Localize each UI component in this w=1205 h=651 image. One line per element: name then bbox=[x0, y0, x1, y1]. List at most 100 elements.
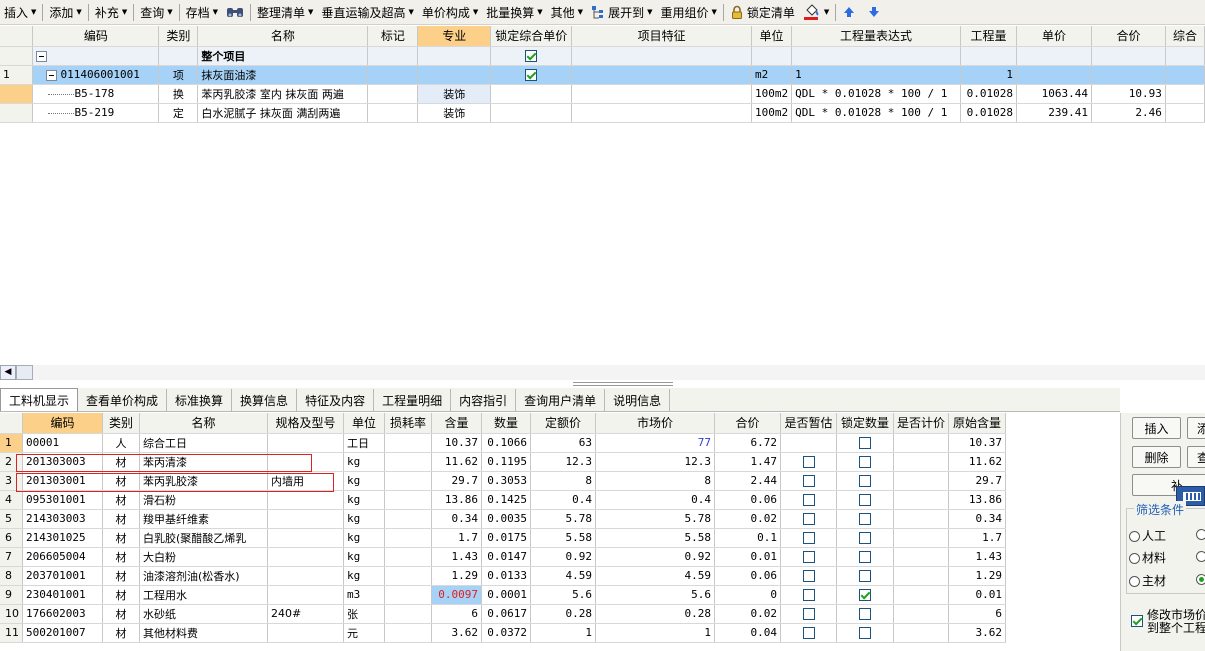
feature-cell[interactable] bbox=[571, 84, 752, 104]
estimated-checkbox[interactable] bbox=[802, 627, 815, 639]
feature-cell[interactable] bbox=[571, 103, 752, 123]
table-row[interactable]: 7 206605004 材大白粉 kg 1.43 0.0147 0.92 0.92 0.01 1.… bbox=[0, 547, 1007, 567]
radio-circle[interactable] bbox=[1129, 576, 1140, 587]
unit-cell[interactable]: kg bbox=[343, 471, 385, 491]
content-cell[interactable]: 11.62 bbox=[431, 452, 482, 472]
spec-cell[interactable]: 240# bbox=[267, 604, 344, 624]
code-cell[interactable]: 500201007 bbox=[22, 623, 103, 643]
col-header-content[interactable]: 含量 bbox=[431, 413, 482, 434]
original-content-cell[interactable]: 11.62 bbox=[948, 452, 1007, 472]
loss-rate-cell[interactable] bbox=[384, 471, 432, 491]
estimated-cell[interactable] bbox=[780, 623, 837, 643]
lock-quantity-checkbox[interactable] bbox=[859, 570, 871, 582]
code-cell[interactable] bbox=[32, 46, 160, 66]
original-content-cell[interactable]: 0.34 bbox=[948, 509, 1007, 529]
estimated-checkbox[interactable] bbox=[802, 456, 815, 468]
code-cell[interactable]: 176602003 bbox=[22, 604, 103, 624]
col-header-code[interactable]: 编码 bbox=[32, 26, 160, 47]
fixed-price-cell[interactable]: 0.4 bbox=[530, 490, 596, 510]
expression-cell[interactable]: QDL * 0.01028 * 100 / 1 bbox=[791, 84, 962, 104]
major-cell[interactable] bbox=[417, 46, 492, 66]
unit-cell[interactable]: kg bbox=[343, 528, 385, 548]
unit-cell[interactable]: 100m2 bbox=[751, 84, 793, 104]
lock-quantity-cell[interactable] bbox=[836, 433, 894, 453]
insert-button[interactable]: 插入 bbox=[1132, 417, 1181, 439]
fixed-price-cell[interactable]: 12.3 bbox=[530, 452, 596, 472]
market-price-cell[interactable]: 0.28 bbox=[595, 604, 715, 624]
estimated-cell[interactable] bbox=[780, 604, 837, 624]
radio-option-right-3[interactable] bbox=[1196, 572, 1205, 586]
insert-menu[interactable]: 插入 ▼ bbox=[0, 2, 40, 23]
original-content-cell[interactable]: 0.01 bbox=[948, 585, 1007, 605]
radio-option-right-1[interactable] bbox=[1196, 527, 1205, 541]
quantity-cell[interactable]: 0.01028 bbox=[960, 103, 1018, 123]
spec-cell[interactable] bbox=[267, 566, 344, 586]
total-cell[interactable]: 0.02 bbox=[714, 604, 781, 624]
type-cell[interactable]: 定 bbox=[158, 103, 199, 123]
col-header-name[interactable]: 名称 bbox=[197, 26, 369, 47]
estimated-checkbox[interactable] bbox=[802, 494, 815, 506]
lock-quantity-checkbox[interactable] bbox=[859, 589, 871, 601]
code-cell[interactable]: 206605004 bbox=[22, 547, 103, 567]
tab-features-content[interactable]: 特征及内容 bbox=[297, 389, 375, 411]
feature-cell[interactable] bbox=[571, 65, 752, 85]
fixed-price-cell[interactable]: 8 bbox=[530, 471, 596, 491]
reuse-group-price-menu[interactable]: 重用组价 ▼ bbox=[656, 2, 720, 23]
col-header-unit-price[interactable]: 单价 bbox=[1016, 26, 1092, 47]
spec-cell[interactable] bbox=[267, 623, 344, 643]
col-header-lock-price[interactable]: 锁定综合单价 bbox=[490, 26, 573, 47]
name-cell[interactable]: 工程用水 bbox=[139, 585, 268, 605]
content-cell[interactable]: 10.37 bbox=[431, 433, 482, 453]
expand-to-menu[interactable]: 展开到 ▼ bbox=[587, 2, 656, 23]
col-header-lock-quantity[interactable]: 锁定数量 bbox=[836, 413, 894, 434]
original-content-cell[interactable]: 13.86 bbox=[948, 490, 1007, 510]
estimated-cell[interactable] bbox=[780, 471, 837, 491]
col-header-fixed-price[interactable]: 定额价 bbox=[530, 413, 596, 434]
quantity-cell[interactable]: 0.01028 bbox=[960, 84, 1018, 104]
lock-quantity-cell[interactable] bbox=[836, 509, 894, 529]
unit-cell[interactable]: 元 bbox=[343, 623, 385, 643]
type-cell[interactable]: 人 bbox=[102, 433, 140, 453]
lock-price-checkbox[interactable] bbox=[525, 69, 538, 81]
composite-cell[interactable] bbox=[1165, 46, 1205, 66]
type-cell[interactable]: 材 bbox=[102, 566, 140, 586]
move-down-button[interactable] bbox=[863, 2, 888, 23]
name-cell[interactable]: 大白粉 bbox=[139, 547, 268, 567]
priced-cell[interactable] bbox=[893, 547, 950, 567]
unit-cell[interactable]: kg bbox=[343, 566, 385, 586]
quantity-cell[interactable]: 1 bbox=[960, 65, 1018, 85]
priced-cell[interactable] bbox=[893, 452, 950, 472]
type-cell[interactable] bbox=[158, 46, 199, 66]
type-cell[interactable]: 材 bbox=[102, 604, 140, 624]
total-cell[interactable]: 0.01 bbox=[714, 547, 781, 567]
expression-cell[interactable]: 1 bbox=[791, 65, 962, 85]
estimated-cell[interactable] bbox=[780, 566, 837, 586]
table-row[interactable]: 8 203701001 材油漆溶剂油(松香水) kg 1.29 0.0133 4.59 4.5… bbox=[0, 566, 1007, 586]
splitter-grip[interactable] bbox=[573, 382, 673, 386]
fixed-price-cell[interactable]: 4.59 bbox=[530, 566, 596, 586]
pane-splitter[interactable] bbox=[0, 380, 1205, 388]
priced-cell[interactable] bbox=[893, 528, 950, 548]
lock-quantity-checkbox[interactable] bbox=[859, 627, 871, 639]
code-cell[interactable]: 203701001 bbox=[22, 566, 103, 586]
quantity-cell[interactable]: 0.3053 bbox=[481, 471, 531, 491]
content-cell[interactable]: 0.0097 bbox=[431, 585, 482, 605]
unit-cell[interactable] bbox=[751, 46, 793, 66]
estimated-cell[interactable] bbox=[780, 452, 837, 472]
query-menu[interactable]: 查询 ▼ bbox=[136, 2, 176, 23]
loss-rate-cell[interactable] bbox=[384, 490, 432, 510]
lock-price-checkbox[interactable] bbox=[525, 50, 538, 62]
estimated-checkbox[interactable] bbox=[802, 589, 815, 601]
name-cell[interactable]: 抹灰面油漆 bbox=[197, 65, 369, 85]
total-cell[interactable]: 0 bbox=[714, 585, 781, 605]
expression-cell[interactable] bbox=[791, 46, 962, 66]
lock-quantity-cell[interactable] bbox=[836, 604, 894, 624]
code-cell[interactable]: 214301025 bbox=[22, 528, 103, 548]
mark-cell[interactable] bbox=[367, 84, 419, 104]
type-cell[interactable]: 材 bbox=[102, 509, 140, 529]
name-cell[interactable]: 羧甲基纤维素 bbox=[139, 509, 268, 529]
mark-cell[interactable] bbox=[367, 46, 419, 66]
col-header-feature[interactable]: 项目特征 bbox=[571, 26, 752, 47]
feature-cell[interactable] bbox=[571, 46, 752, 66]
col-header-original-content[interactable]: 原始含量 bbox=[948, 413, 1007, 434]
